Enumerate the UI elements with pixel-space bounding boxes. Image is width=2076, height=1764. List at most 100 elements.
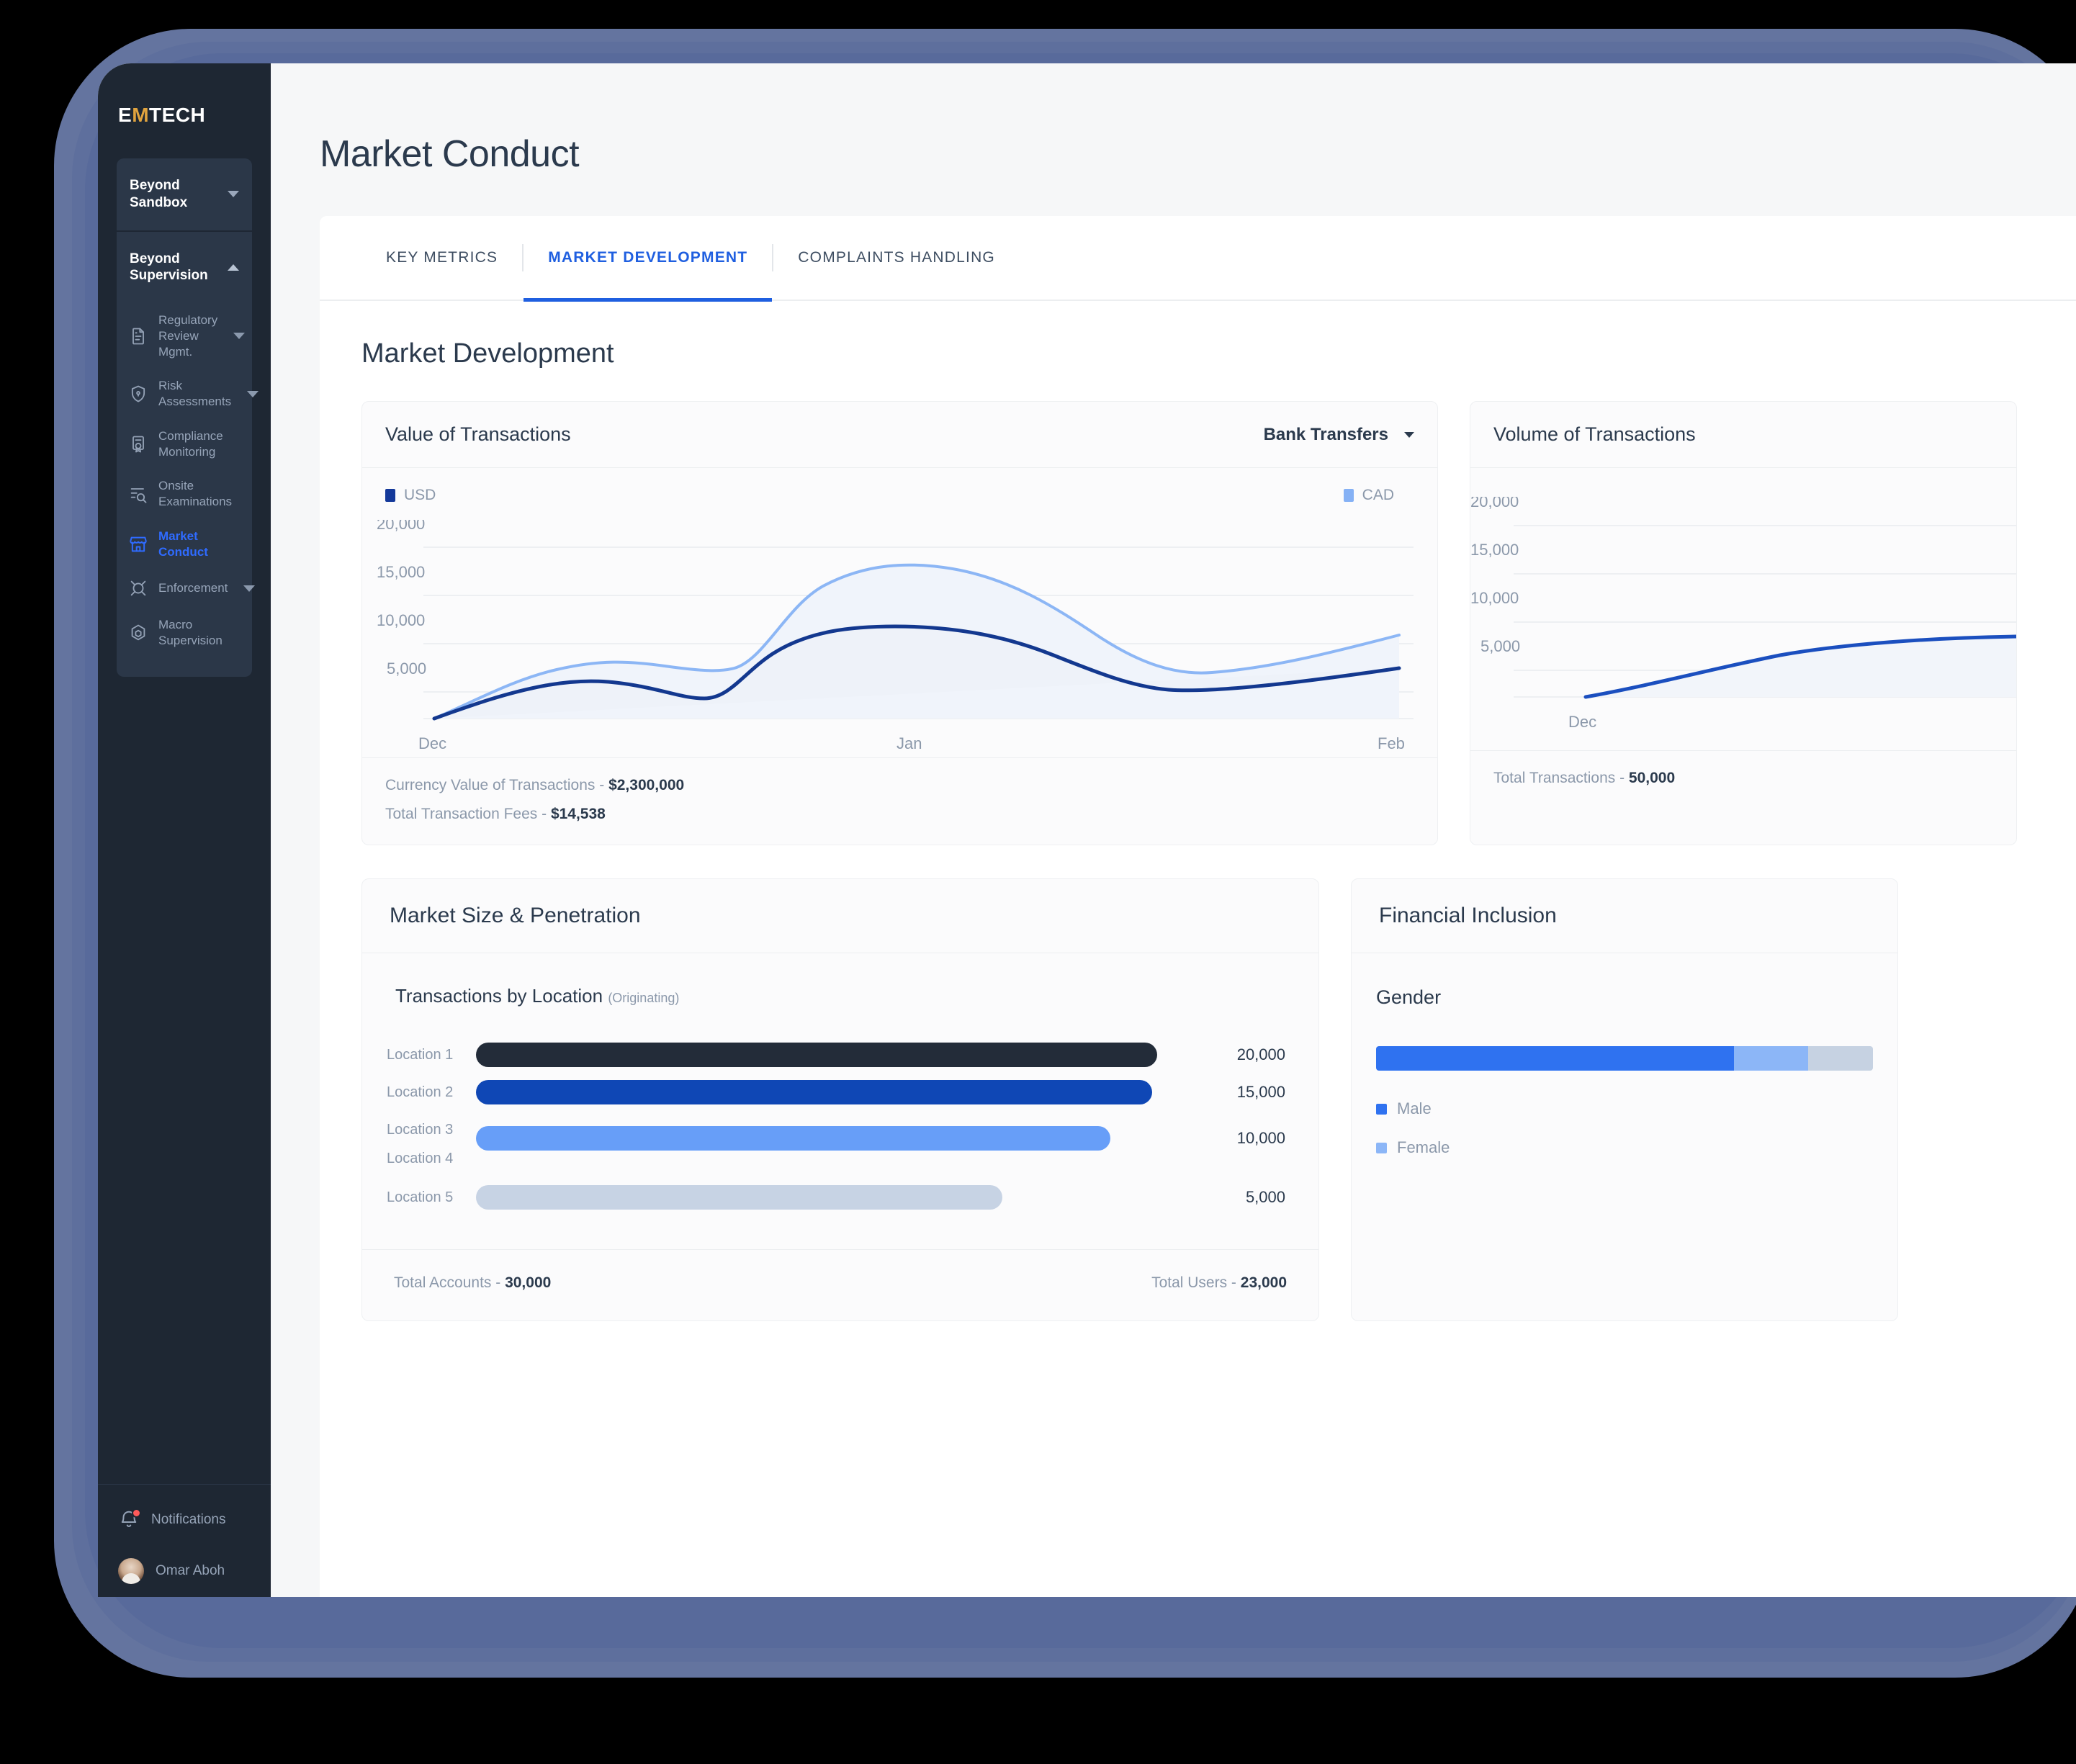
sidebar: EMTECH Beyond Sandbox Beyond Supervision [98, 63, 271, 1597]
card-market-size-penetration: Market Size & Penetration Transactions b… [361, 878, 1319, 1321]
sidebar-item-onsite-examinations[interactable]: Onsite Examinations [117, 469, 252, 519]
card-header: Value of Transactions Bank Transfers [362, 402, 1437, 468]
legend-item-cad: CAD [1343, 487, 1394, 504]
chart-x-axis-labels: Dec [1568, 713, 1596, 731]
chevron-down-icon[interactable] [243, 585, 256, 592]
chevron-down-icon[interactable] [228, 191, 239, 198]
card-header: Financial Inclusion [1352, 879, 1897, 953]
stack-segment-female [1733, 1046, 1809, 1071]
page-title: Market Conduct [320, 133, 580, 175]
svg-text:5,000: 5,000 [387, 660, 426, 678]
stat-total-accounts: Total Accounts - 30,000 [394, 1274, 1151, 1292]
stat-transaction-fees: Total Transaction Fees - $14,538 [385, 806, 1414, 823]
gavel-circle-icon [128, 578, 148, 598]
card-title: Financial Inclusion [1379, 904, 1557, 927]
stat-total-users: Total Users - 23,000 [1151, 1274, 1287, 1292]
chart-y-axis-labels: 20,000 15,000 10,000 5,000 [1470, 497, 1520, 655]
stat-value: $2,300,000 [608, 777, 685, 793]
sidebar-item-compliance-monitoring[interactable]: Compliance Monitoring [117, 419, 252, 469]
chevron-down-icon[interactable] [1404, 431, 1414, 438]
tab-key-metrics[interactable]: KEY METRICS [361, 216, 522, 300]
bar-label: Location 4 [387, 1150, 454, 1166]
card-title: Volume of Transactions [1493, 423, 1696, 445]
user-profile-button[interactable]: Omar Aboh [98, 1558, 271, 1597]
hexagon-icon [128, 623, 148, 643]
bar-label: Location 5 [387, 1189, 454, 1205]
tab-complaints-handling[interactable]: COMPLAINTS HANDLING [773, 216, 1020, 300]
svg-text:Dec: Dec [418, 734, 446, 752]
chevron-down-icon[interactable] [233, 333, 246, 340]
bar-track [476, 1043, 1192, 1067]
sidebar-item-label: Risk Assessments [158, 379, 232, 408]
bar-label: Location 2 [387, 1084, 454, 1100]
card-value-of-transactions: Value of Transactions Bank Transfers USD [361, 401, 1438, 845]
gender-subtitle: Gender [1376, 986, 1442, 1008]
bar-chart-subtitle-main: Transactions by Location [395, 985, 608, 1007]
stat-label: Currency Value of Transactions - [385, 777, 609, 793]
card-header: Market Size & Penetration [362, 879, 1318, 953]
payment-type-select[interactable]: Bank Transfers [1264, 425, 1414, 445]
sidebar-footer: Notifications Omar Aboh [98, 1464, 271, 1597]
legend-swatch-usd [385, 489, 395, 502]
legend-label-usd: USD [404, 487, 436, 503]
stat-label: Total Users - [1151, 1274, 1241, 1291]
svg-text:15,000: 15,000 [1470, 541, 1519, 559]
stat-label: Total Transaction Fees - [385, 806, 551, 822]
card-volume-of-transactions: Volume of Transactions 20,000 15,000 10,… [1470, 401, 2017, 845]
brand-logo[interactable]: EMTECH [98, 63, 271, 127]
notifications-button[interactable]: Notifications [98, 1508, 271, 1531]
svg-text:Dec: Dec [1568, 713, 1596, 731]
bar-fill [476, 1043, 1158, 1067]
svg-text:10,000: 10,000 [377, 611, 425, 629]
svg-text:5,000: 5,000 [1480, 637, 1520, 655]
bar-row: Location 2 15,000 [387, 1074, 1285, 1111]
legend-item-usd: USD [385, 487, 436, 504]
bar-value: 10,000 [1236, 1129, 1285, 1147]
sidebar-item-regulatory-review-mgmt[interactable]: Regulatory Review Mgmt. [117, 303, 252, 369]
card-footer: Total Transactions - 50,000 [1470, 750, 2016, 809]
user-name: Omar Aboh [156, 1563, 225, 1578]
chevron-up-icon[interactable] [228, 264, 239, 271]
stat-value: 30,000 [505, 1274, 552, 1291]
legend-swatch-male [1376, 1103, 1387, 1115]
section-title: Market Development [361, 338, 614, 369]
chart-y-axis-labels: 20,000 15,000 10,000 5,000 [377, 520, 426, 678]
sidebar-item-label: Macro Supervision [158, 618, 223, 647]
sidebar-item-risk-assessments[interactable]: Risk Assessments [117, 369, 259, 419]
stat-value: 23,000 [1240, 1274, 1287, 1291]
legend-label-female: Female [1397, 1138, 1450, 1156]
chart-x-axis-labels: Dec Jan Feb [418, 734, 1405, 752]
sidebar-item-label: Compliance Monitoring [158, 428, 223, 459]
legend-label-cad: CAD [1362, 487, 1394, 503]
brand-logo-m: M [132, 104, 150, 126]
chevron-down-icon[interactable] [247, 390, 259, 397]
select-value: Bank Transfers [1263, 424, 1388, 444]
card-title: Market Size & Penetration [390, 904, 641, 927]
stat-currency-value: Currency Value of Transactions - $2,300,… [385, 777, 1414, 794]
bar-label: Location 1 [387, 1046, 454, 1063]
bar-value: 5,000 [1245, 1188, 1285, 1206]
legend-swatch-female [1376, 1142, 1387, 1153]
certificate-icon [128, 434, 148, 454]
nav-group-header[interactable]: Beyond Sandbox [117, 158, 252, 230]
nav-group-header-supervision[interactable]: Beyond Supervision [117, 232, 252, 304]
shield-lock-icon [128, 384, 148, 404]
sidebar-item-macro-supervision[interactable]: Macro Supervision [117, 608, 252, 658]
brand-logo-e: E [118, 104, 132, 126]
sidebar-item-market-conduct[interactable]: Market Conduct [117, 519, 252, 570]
notifications-label: Notifications [151, 1512, 226, 1527]
sidebar-item-label: Onsite Examinations [158, 479, 233, 508]
sidebar-item-label: Market Conduct [158, 528, 208, 559]
nav-group-label-supervision: Beyond Supervision [130, 251, 208, 284]
document-icon [128, 326, 148, 346]
legend-label-male: Male [1397, 1099, 1432, 1117]
bar-row: Location 1 20,000 [387, 1036, 1285, 1074]
charts-row-1: Value of Transactions Bank Transfers USD [320, 369, 2076, 845]
svg-text:15,000: 15,000 [377, 563, 425, 581]
stat-value: $14,538 [550, 806, 606, 822]
tab-market-development[interactable]: MARKET DEVELOPMENT [524, 216, 773, 302]
app-window: EMTECH Beyond Sandbox Beyond Supervision [98, 63, 2076, 1597]
nav-group-beyond-sandbox[interactable]: Beyond Sandbox [117, 158, 252, 230]
svg-text:Jan: Jan [897, 734, 922, 752]
sidebar-item-enforcement[interactable]: Enforcement [117, 569, 256, 608]
